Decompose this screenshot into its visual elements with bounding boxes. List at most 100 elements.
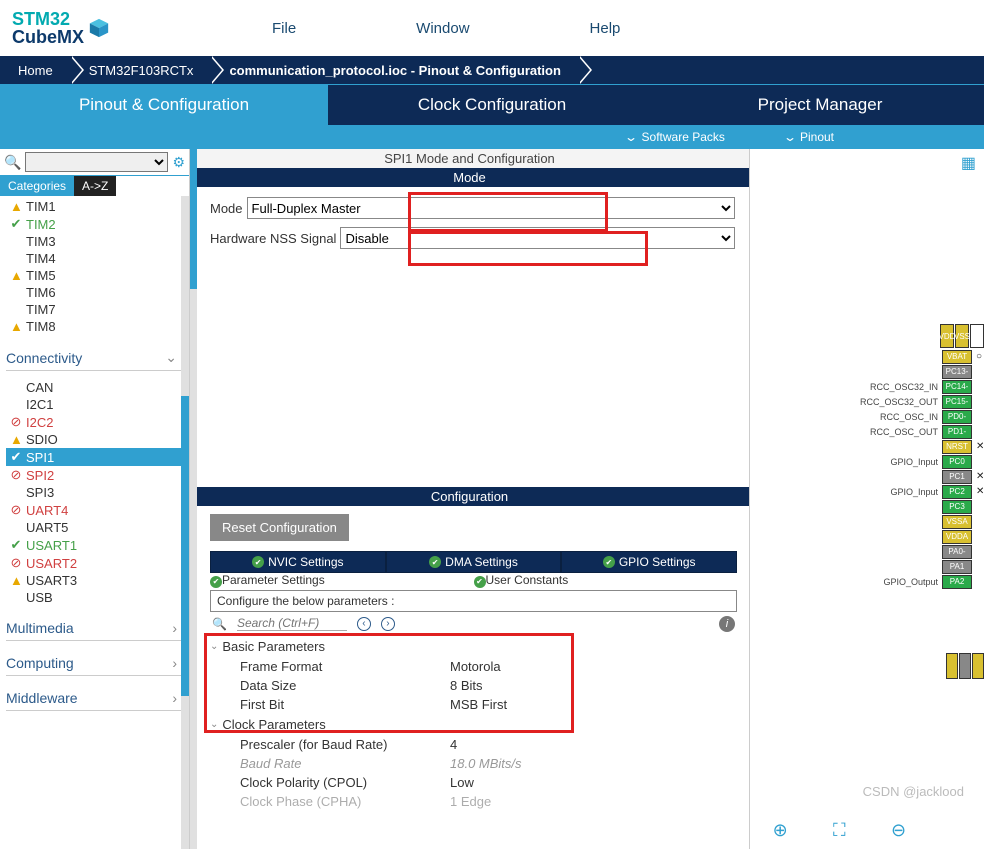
zoom-out-icon[interactable]: ⊖ [891, 820, 906, 841]
tree-item-tim5[interactable]: ▲TIM5 [6, 267, 189, 284]
tree-item-tim6[interactable]: TIM6 [6, 284, 189, 301]
crumb-project[interactable]: communication_protocol.ioc - Pinout & Co… [211, 56, 579, 84]
pin-pa1[interactable]: PA1 [942, 560, 972, 574]
gear-icon[interactable]: ⚙ [172, 154, 185, 171]
param-cpha[interactable]: Clock Phase (CPHA)1 Edge [210, 792, 737, 811]
menu-help[interactable]: Help [590, 20, 621, 37]
tree-item-tim4[interactable]: TIM4 [6, 250, 189, 267]
tree-item-usart2[interactable]: ⊘USART2 [6, 554, 189, 572]
tree-item-usart1[interactable]: ✔USART1 [6, 536, 189, 554]
zoom-in-icon[interactable]: ⊕ [773, 820, 788, 841]
pin-pd0[interactable]: PD0- [942, 410, 972, 424]
menu-file[interactable]: File [272, 20, 296, 37]
tree-group-computing[interactable]: Computing› [6, 647, 181, 676]
param-search-input[interactable] [237, 616, 347, 631]
mode-select[interactable]: Full-Duplex Master [247, 197, 735, 219]
mode-label: Mode [210, 201, 247, 216]
tree-item-usart3[interactable]: ▲USART3 [6, 572, 189, 589]
mode-header: Mode [190, 168, 749, 187]
tree-item-spi2[interactable]: ⊘SPI2 [6, 466, 189, 484]
param-first-bit[interactable]: First BitMSB First [210, 695, 737, 714]
param-group-clock[interactable]: ⌄Clock Parameters [210, 714, 737, 735]
tree-item-tim2[interactable]: ✔TIM2 [6, 215, 189, 233]
param-frame-format[interactable]: Frame FormatMotorola [210, 657, 737, 676]
tab-az[interactable]: A->Z [74, 176, 116, 196]
pin-vss[interactable]: VSS [955, 324, 969, 348]
forbidden-icon: ⊘ [10, 502, 22, 518]
tree-group-middleware[interactable]: Middleware› [6, 682, 181, 711]
check-icon: ✔ [474, 576, 486, 588]
check-icon: ✔ [210, 576, 222, 588]
pin-vdda[interactable]: VDDA [942, 530, 972, 544]
pin-pc15[interactable]: PC15- [942, 395, 972, 409]
tree-item-sdio[interactable]: ▲SDIO [6, 431, 189, 448]
tree-item-tim3[interactable]: TIM3 [6, 233, 189, 250]
tree-item-can[interactable]: CAN [6, 379, 189, 396]
tree-item-spi3[interactable]: SPI3 [6, 484, 189, 501]
tab-clock[interactable]: Clock Configuration [328, 85, 656, 125]
tab-dma-settings[interactable]: ✔DMA Settings [386, 551, 562, 573]
check-icon: ✔ [10, 216, 22, 232]
tree-item-uart5[interactable]: UART5 [6, 519, 189, 536]
search-icon: 🔍 [4, 154, 21, 171]
tree-group-connectivity[interactable]: Connectivity⌄ [6, 341, 181, 371]
tree-item-spi1[interactable]: ✔SPI1 [6, 448, 189, 466]
pin-nrst[interactable]: NRST [942, 440, 972, 454]
pin-blank[interactable] [970, 324, 984, 348]
tree-group-multimedia[interactable]: Multimedia› [6, 612, 181, 641]
pin-vssa[interactable]: VSSA [942, 515, 972, 529]
crumb-device[interactable]: STM32F103RCTx [71, 56, 212, 84]
prev-result-icon[interactable]: ‹ [357, 617, 371, 631]
menu-window[interactable]: Window [416, 20, 469, 37]
pin-pc2[interactable]: PC2 [942, 485, 972, 499]
tab-categories[interactable]: Categories [0, 176, 74, 196]
tab-nvic-settings[interactable]: ✔NVIC Settings [210, 551, 386, 573]
tree-item-usb[interactable]: USB [6, 589, 189, 606]
tab-user-constants[interactable]: ✔User Constants [474, 573, 738, 588]
tab-pinout[interactable]: Pinout & Configuration [0, 85, 328, 125]
pin-pc13[interactable]: PC13- [942, 365, 972, 379]
param-data-size[interactable]: Data Size8 Bits [210, 676, 737, 695]
next-result-icon[interactable]: › [381, 617, 395, 631]
pinout-dropdown[interactable]: ⌄Pinout [755, 130, 864, 144]
pin-vdd[interactable]: VDD [940, 324, 954, 348]
pin-side[interactable] [959, 653, 971, 679]
pin-pc14[interactable]: PC14- [942, 380, 972, 394]
scrollbar[interactable] [181, 196, 189, 849]
pin-pa0[interactable]: PA0- [942, 545, 972, 559]
info-icon[interactable]: i [719, 616, 735, 632]
tab-gpio-settings[interactable]: ✔GPIO Settings [561, 551, 737, 573]
tree-item-i2c2[interactable]: ⊘I2C2 [6, 413, 189, 431]
warning-icon: ▲ [10, 268, 22, 283]
param-cpol[interactable]: Clock Polarity (CPOL)Low [210, 773, 737, 792]
chevron-down-icon: ⌄ [210, 719, 218, 730]
param-group-basic[interactable]: ⌄Basic Parameters [210, 636, 737, 657]
tree-item-uart4[interactable]: ⊘UART4 [6, 501, 189, 519]
tree-item-i2c1[interactable]: I2C1 [6, 396, 189, 413]
chip-icon[interactable]: ▦ [961, 153, 976, 173]
crumb-home[interactable]: Home [0, 56, 71, 84]
reset-configuration-button[interactable]: Reset Configuration [210, 514, 349, 541]
param-prescaler[interactable]: Prescaler (for Baud Rate)4 [210, 735, 737, 754]
pin-vbat[interactable]: VBAT [942, 350, 972, 364]
search-input[interactable] [25, 152, 168, 172]
pin-pc0[interactable]: PC0 [942, 455, 972, 469]
fullscreen-icon[interactable]: ⛶ [833, 820, 846, 841]
nss-select[interactable]: Disable [340, 227, 735, 249]
pin-pa3[interactable] [946, 653, 958, 679]
pin-pc3[interactable]: PC3 [942, 500, 972, 514]
warning-icon: ▲ [10, 319, 22, 334]
forbidden-icon: ⊘ [10, 414, 22, 430]
chip-pinout[interactable]: VDD VSS VBAT○ PC13- RCC_OSC32_INPC14- RC… [860, 324, 984, 589]
pin-pa2[interactable]: PA2 [942, 575, 972, 589]
tree-item-tim1[interactable]: ▲TIM1 [6, 198, 189, 215]
software-packs-dropdown[interactable]: ⌄Software Packs [596, 130, 754, 144]
pin-side[interactable] [972, 653, 984, 679]
warning-icon: ▲ [10, 573, 22, 588]
pin-pc1[interactable]: PC1 [942, 470, 972, 484]
tree-item-tim8[interactable]: ▲TIM8 [6, 318, 189, 335]
tree-item-tim7[interactable]: TIM7 [6, 301, 189, 318]
tab-parameter-settings[interactable]: ✔Parameter Settings [210, 573, 474, 588]
pin-pd1[interactable]: PD1- [942, 425, 972, 439]
tab-project-manager[interactable]: Project Manager [656, 85, 984, 125]
